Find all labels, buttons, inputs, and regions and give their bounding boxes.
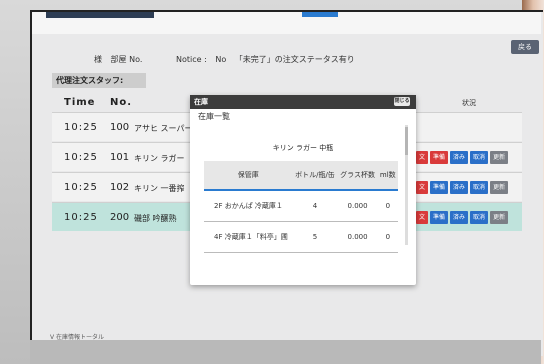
notice-area: Notice : No 「未完了」の注文ステータス有り bbox=[176, 54, 361, 65]
col-ml: ml数 bbox=[377, 161, 398, 191]
row-time: 10:25 bbox=[64, 182, 98, 193]
prepare-button[interactable]: 準備 bbox=[430, 151, 449, 164]
screen-bottom bbox=[30, 340, 541, 364]
row-name: キリン 一番搾 bbox=[134, 184, 185, 193]
done-button[interactable]: 済み bbox=[450, 151, 469, 164]
inventory-row[interactable]: 4F 冷蔵庫１「料亭」圃 5 0.000 0 bbox=[204, 221, 398, 253]
row-name: キリン ラガー bbox=[134, 154, 185, 163]
top-tab-dark[interactable] bbox=[46, 12, 154, 18]
footer-link[interactable]: V 在庫情報トータル bbox=[50, 332, 104, 341]
col-location: 保管庫 bbox=[204, 161, 293, 191]
cancel-button[interactable]: 取消 bbox=[470, 211, 489, 224]
row-no: 102 bbox=[110, 182, 130, 193]
inventory-modal: 在庫 閉じる 在庫一覧 キリン ラガー 中瓶 保管庫 ボトル/瓶/缶 グラス杯数… bbox=[190, 95, 416, 285]
prepare-button[interactable]: 準備 bbox=[430, 211, 449, 224]
cell-bottles: 4 bbox=[292, 190, 338, 222]
col-no: No. bbox=[110, 97, 133, 108]
prepare-button[interactable]: 準備 bbox=[430, 181, 449, 194]
notice-value: No bbox=[215, 55, 227, 64]
col-glasses: グラス杯数 bbox=[337, 161, 378, 191]
row-no: 100 bbox=[110, 122, 130, 133]
col-bottles: ボトル/瓶/缶 bbox=[292, 161, 338, 191]
product-name: キリン ラガー 中瓶 bbox=[272, 144, 334, 152]
inventory-header-row: 保管庫 ボトル/瓶/缶 グラス杯数 ml数 bbox=[204, 161, 398, 191]
customer-label: 様 bbox=[94, 55, 102, 64]
col-status: 状況 bbox=[462, 99, 476, 107]
notice-label: Notice : bbox=[176, 55, 207, 64]
cell-glasses: 0.000 bbox=[337, 221, 378, 253]
row-actions: 文準備 済み 取消 更新 bbox=[416, 151, 510, 164]
update-button[interactable]: 更新 bbox=[490, 151, 509, 164]
cell-bottles: 5 bbox=[292, 221, 338, 253]
room-label: 部屋 No. bbox=[110, 55, 143, 64]
notice-text: 「未完了」の注文ステータス有り bbox=[234, 55, 355, 64]
row-name: 磯部 吟醸熟 bbox=[134, 214, 177, 223]
update-button[interactable]: 更新 bbox=[490, 181, 509, 194]
row-no: 101 bbox=[110, 152, 130, 163]
cell-location: 2F おかんぱ 冷蔵庫１ bbox=[204, 190, 293, 222]
row-actions: 文準備 済み 取消 更新 bbox=[416, 181, 510, 194]
order-button[interactable]: 文 bbox=[416, 151, 429, 164]
cancel-button[interactable]: 取消 bbox=[470, 181, 489, 194]
modal-close-button[interactable]: 閉じる bbox=[394, 97, 410, 106]
modal-scrollbar[interactable] bbox=[405, 125, 408, 245]
header-info: 様 部屋 No. bbox=[94, 54, 148, 65]
cancel-button[interactable]: 取消 bbox=[470, 151, 489, 164]
row-no: 200 bbox=[110, 212, 130, 223]
row-name: アサヒ スーパー bbox=[134, 124, 193, 133]
row-time: 10:25 bbox=[64, 122, 98, 133]
order-button[interactable]: 文 bbox=[416, 181, 429, 194]
top-bar bbox=[32, 12, 541, 34]
col-time: Time bbox=[64, 97, 96, 108]
staff-label: 代理注文スタッフ: bbox=[52, 73, 146, 88]
update-button[interactable]: 更新 bbox=[490, 211, 509, 224]
row-actions: 文準備 済み 取消 更新 bbox=[416, 211, 510, 224]
inventory-row[interactable]: 2F おかんぱ 冷蔵庫１ 4 0.000 0 bbox=[204, 190, 398, 222]
done-button[interactable]: 済み bbox=[450, 181, 469, 194]
back-button[interactable]: 戻る bbox=[511, 40, 539, 54]
row-time: 10:25 bbox=[64, 212, 98, 223]
cell-ml: 0 bbox=[377, 190, 398, 222]
inventory-table: 保管庫 ボトル/瓶/缶 グラス杯数 ml数 2F おかんぱ 冷蔵庫１ 4 0.0… bbox=[204, 161, 398, 253]
top-tab-active[interactable] bbox=[302, 12, 338, 17]
modal-header: 在庫 閉じる bbox=[190, 95, 416, 109]
modal-scroll-thumb[interactable] bbox=[405, 127, 408, 155]
order-button[interactable]: 文 bbox=[416, 211, 429, 224]
cell-location: 4F 冷蔵庫１「料亭」圃 bbox=[204, 221, 293, 253]
modal-title: 在庫 bbox=[194, 98, 208, 106]
cell-ml: 0 bbox=[377, 221, 398, 253]
modal-subtitle: 在庫一覧 bbox=[198, 112, 230, 121]
row-time: 10:25 bbox=[64, 152, 98, 163]
done-button[interactable]: 済み bbox=[450, 211, 469, 224]
cell-glasses: 0.000 bbox=[337, 190, 378, 222]
